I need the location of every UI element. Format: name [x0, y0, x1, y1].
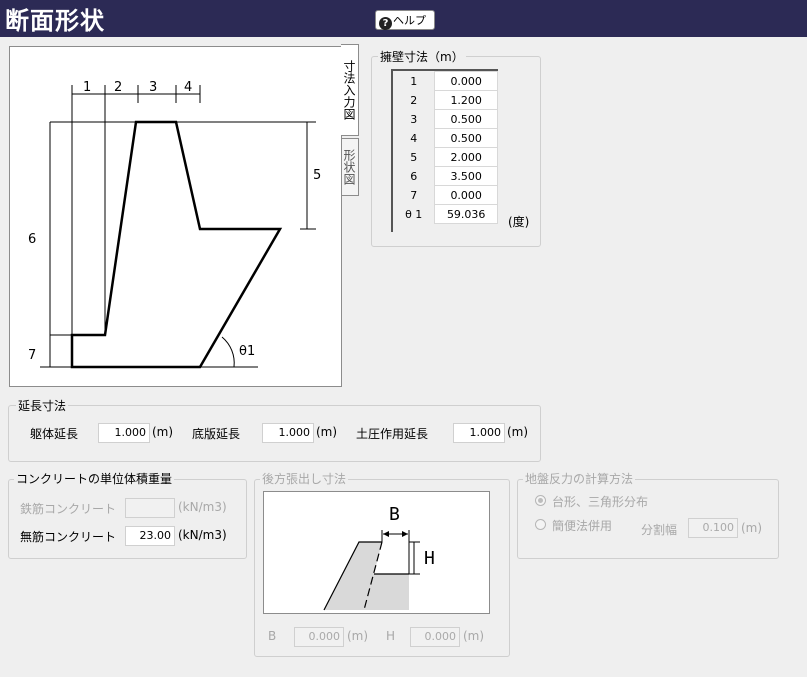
concrete-legend: コンクリートの単位体積重量: [14, 470, 175, 487]
dimension-key: 7: [410, 188, 418, 202]
body-length-input[interactable]: 1.000: [98, 423, 150, 443]
dimension-value-cell[interactable]: 3.500: [434, 166, 498, 186]
base-length-input[interactable]: 1.000: [262, 423, 314, 443]
dimension-value-cell[interactable]: 1.200: [434, 90, 498, 110]
wall-dimensions-table-frame: 1 0.000 2 1.200 3 0.500 4 0.500 5 2.000 6 3.500 7 0.0…: [391, 69, 498, 232]
dimension-row: 6 3.500: [393, 166, 498, 186]
tab-dimension-diagram[interactable]: 寸法入力図: [341, 44, 359, 136]
earth-length-label: 土圧作用延長: [356, 427, 429, 441]
dimension-value-cell[interactable]: 2.000: [434, 147, 498, 167]
rebar-concrete-input[interactable]: [125, 498, 175, 518]
dimension-row: θ 1 59.036: [393, 204, 498, 224]
concrete-group: [8, 479, 247, 559]
rear-overhang-diagram-panel: B H: [263, 491, 490, 614]
dimension-diagram-panel: 1 2 3 4 5 6 7 θ1: [9, 46, 342, 387]
dimension-value-cell[interactable]: 0.000: [434, 71, 498, 91]
dimension-row: 4 0.500: [393, 128, 498, 148]
dimension-value-cell[interactable]: 59.036: [434, 204, 498, 224]
dim-label-1: 1: [83, 80, 91, 95]
rear-overhang-legend: 後方張出し寸法: [260, 470, 349, 487]
dim-label-6: 6: [28, 232, 36, 247]
rear-h-unit: (m): [463, 629, 485, 643]
dimension-key: 5: [410, 150, 418, 164]
tab-shape-label: 形状図: [342, 149, 356, 185]
rear-b-label: B: [268, 629, 277, 643]
dimension-row: 2 1.200: [393, 90, 498, 110]
rear-h-label: H: [386, 629, 396, 643]
reaction-option2-radio[interactable]: [535, 519, 546, 530]
rear-h-input[interactable]: 0.000: [410, 627, 460, 647]
base-length-label: 底版延長: [192, 427, 241, 441]
dimension-row: 5 2.000: [393, 147, 498, 167]
plain-concrete-label: 無筋コンクリート: [20, 530, 117, 544]
rear-b-input[interactable]: 0.000: [294, 627, 344, 647]
body-length-unit: (m): [152, 425, 174, 439]
dim-label-2: 2: [114, 80, 122, 95]
dimension-key: 2: [410, 93, 418, 107]
dimension-key: 3: [410, 112, 418, 126]
dim-label-4: 4: [184, 80, 192, 95]
plain-concrete-unit: (kN/m3): [178, 528, 227, 542]
dimension-key: θ 1: [405, 207, 423, 221]
dimension-row: 1 0.000: [393, 71, 498, 91]
wall-outline: [70, 120, 283, 369]
rear-diagram-b-label: B: [389, 504, 400, 525]
help-button[interactable]: ? ヘルプ: [375, 10, 435, 30]
rear-diagram-h-label: H: [424, 548, 435, 569]
rear-overhang-diagram: B H: [323, 504, 435, 611]
dimension-key: 6: [410, 169, 418, 183]
division-width-label: 分割幅: [641, 523, 678, 537]
cross-section-diagram: 1 2 3 4 5 6 7 θ1: [28, 80, 321, 369]
dimension-row: 7 0.000: [393, 185, 498, 205]
window-title: 断面形状: [5, 7, 105, 35]
dim-label-5: 5: [313, 168, 321, 183]
reaction-option1-label: 台形、三角形分布: [552, 495, 649, 509]
division-width-unit: (m): [741, 521, 763, 535]
dimension-value-cell[interactable]: 0.000: [434, 185, 498, 205]
earth-length-input[interactable]: 1.000: [453, 423, 505, 443]
dimension-value-cell[interactable]: 0.500: [434, 109, 498, 129]
division-width-input[interactable]: 0.100: [688, 518, 738, 538]
dim-label-3: 3: [149, 80, 157, 95]
reaction-option1-radio[interactable]: [535, 495, 546, 506]
tab-shape-diagram[interactable]: 形状図: [341, 138, 359, 196]
dimension-key: 4: [410, 131, 418, 145]
tab-dimension-label: 寸法入力図: [342, 60, 356, 120]
body-length-label: 躯体延長: [30, 427, 79, 441]
earth-length-unit: (m): [507, 425, 529, 439]
rear-b-unit: (m): [347, 629, 369, 643]
rebar-concrete-label: 鉄筋コンクリート: [20, 502, 117, 516]
rebar-concrete-unit: (kN/m3): [178, 500, 227, 514]
help-label: ヘルプ: [393, 14, 426, 27]
angle-unit: (度): [508, 215, 530, 229]
dimension-row: 3 0.500: [393, 109, 498, 129]
reaction-option2-label: 簡便法併用: [552, 519, 613, 533]
wall-dimensions-table: 1 0.000 2 1.200 3 0.500 4 0.500 5 2.000 6 3.500 7 0.0…: [393, 71, 498, 224]
wall-dimensions-legend: 擁壁寸法（m）: [378, 48, 466, 65]
extension-legend: 延長寸法: [16, 397, 69, 414]
dimension-key: 1: [410, 74, 418, 88]
base-length-unit: (m): [316, 425, 338, 439]
plain-concrete-input[interactable]: 23.00: [125, 526, 175, 546]
angle-label: θ1: [239, 344, 255, 359]
dim-label-7: 7: [28, 348, 36, 363]
help-icon: ?: [379, 17, 392, 30]
dimension-value-cell[interactable]: 0.500: [434, 128, 498, 148]
ground-reaction-legend: 地盤反力の計算方法: [523, 470, 636, 487]
